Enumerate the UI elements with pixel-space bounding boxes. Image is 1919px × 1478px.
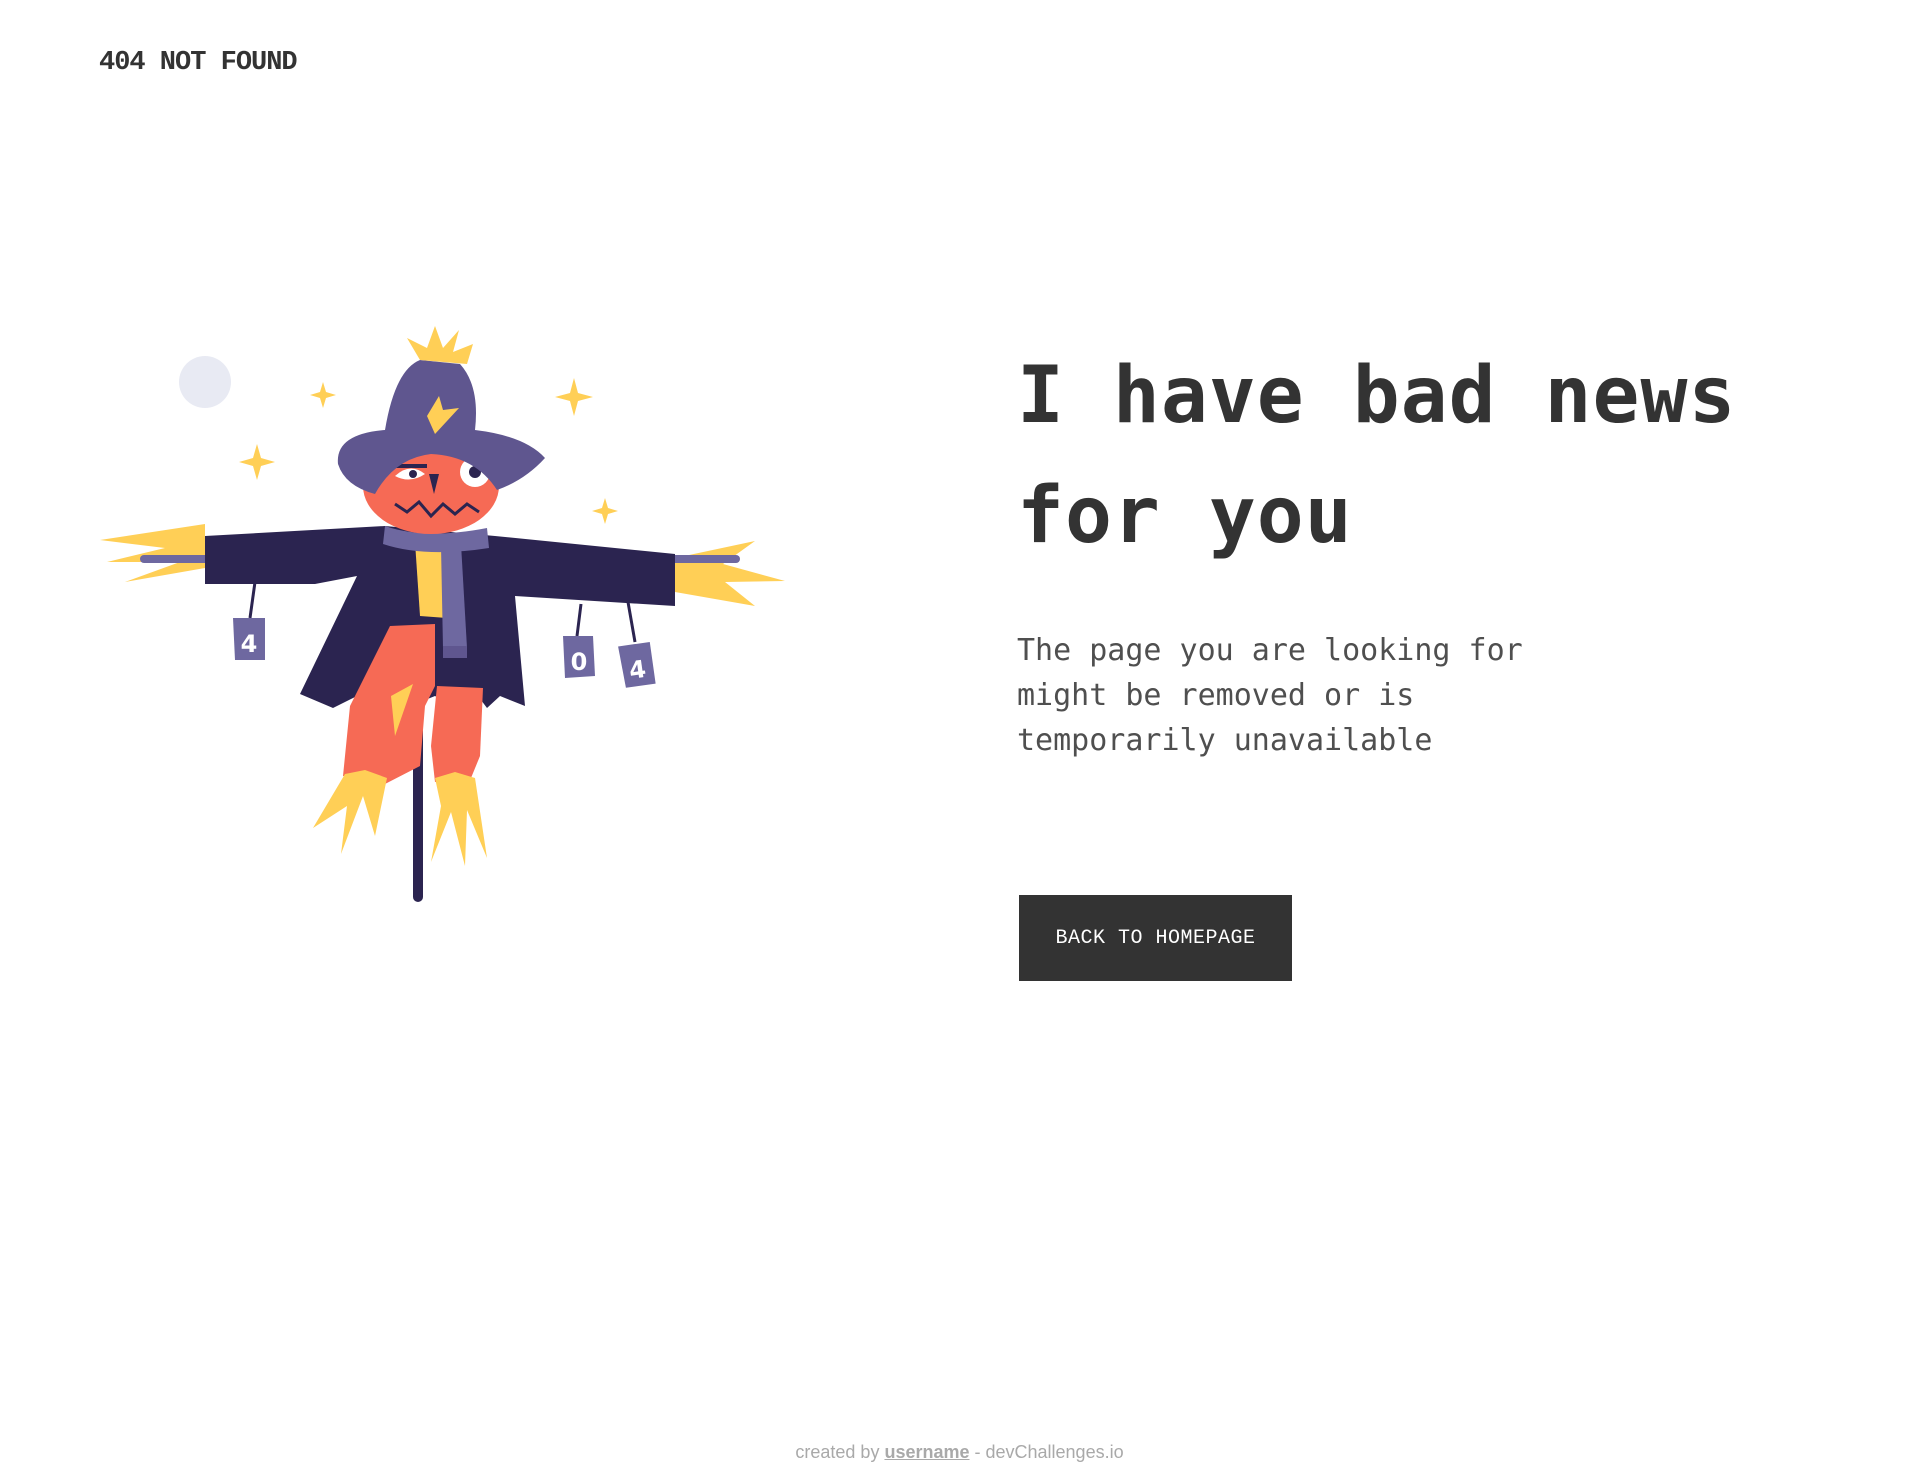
page: 404 NOT FOUND 4 0 4 I have bad news for … [0,0,1919,1478]
right-hand-straw [675,541,785,606]
main-content: I have bad news for you The page you are… [1017,336,1837,763]
can-4-right: 4 [618,641,656,688]
description-line-1: The page you are looking for [1017,633,1523,668]
back-to-homepage-button[interactable]: BACK TO HOMEPAGE [1019,895,1292,981]
can-label: 0 [571,648,588,676]
can-0: 0 [563,636,595,678]
headline-line-1: I have bad news [1017,351,1737,441]
brand-title: 404 NOT FOUND [99,48,298,78]
left-hand-straw [100,524,205,582]
headline-line-2: for you [1017,471,1353,561]
headline: I have bad news for you [1017,336,1837,576]
scarecrow-illustration: 4 0 4 [95,326,785,906]
moon-shape [179,356,231,408]
username-link[interactable]: username [884,1442,969,1462]
description: The page you are looking for might be re… [1017,628,1577,763]
footer: created by username - devChallenges.io [0,1442,1919,1463]
description-line-3: temporarily unavailable [1017,723,1433,758]
can-4-left: 4 [233,618,265,660]
can-label: 4 [241,630,258,658]
description-line-2: might be removed or is [1017,678,1415,713]
footer-prefix: created by [795,1442,885,1462]
footer-suffix: - devChallenges.io [969,1442,1124,1462]
